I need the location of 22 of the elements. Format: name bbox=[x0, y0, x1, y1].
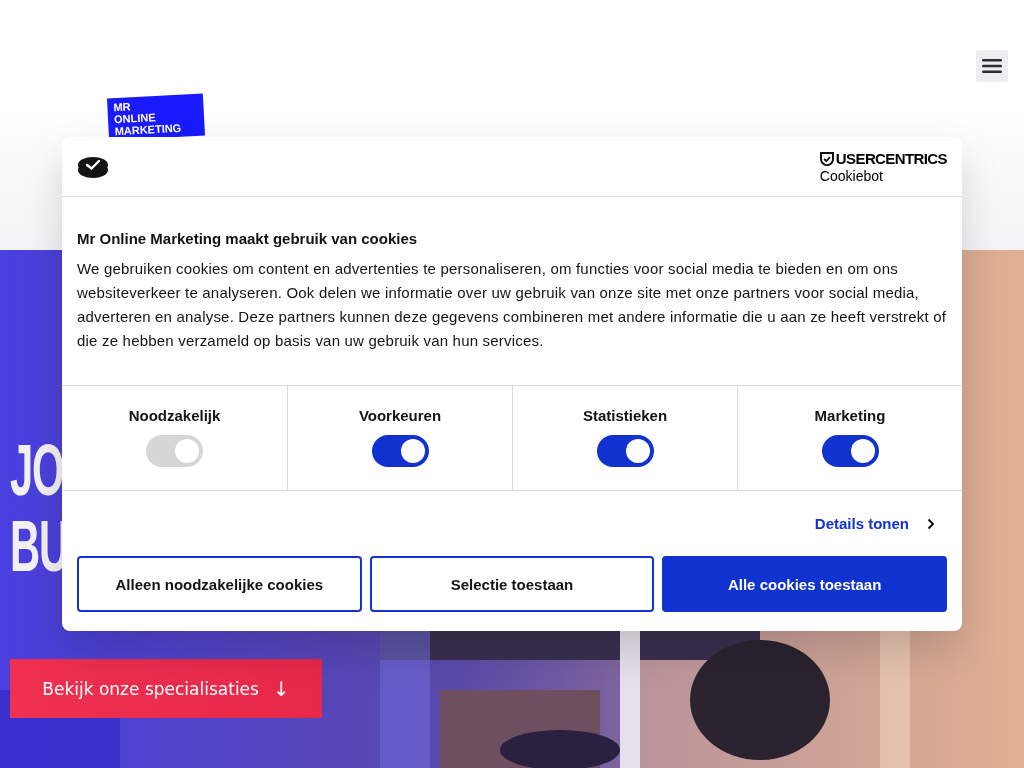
menu-icon bbox=[982, 58, 1002, 74]
consent-button[interactable]: Alle cookies toestaan bbox=[662, 556, 947, 612]
category-label: Statistieken bbox=[582, 407, 668, 424]
toggle-switch[interactable] bbox=[821, 435, 879, 467]
shield-icon bbox=[819, 151, 834, 166]
brand-name: USERCENTRICS bbox=[835, 149, 947, 168]
category-label: Noodzakelijk bbox=[128, 407, 221, 424]
category-label: Marketing bbox=[814, 407, 886, 424]
toggle-switch[interactable] bbox=[596, 435, 654, 467]
hero-heading: JO bbox=[10, 435, 65, 505]
menu-button[interactable] bbox=[976, 50, 1008, 82]
brand-product: Cookiebot bbox=[819, 167, 884, 184]
toggle-switch[interactable] bbox=[371, 435, 429, 467]
dialog-title: Mr Online Marketing maakt gebruik van cookies bbox=[77, 230, 419, 247]
cookie-check-icon bbox=[77, 154, 109, 179]
category-label: Voorkeuren bbox=[358, 407, 442, 424]
details-link[interactable]: Details tonen bbox=[814, 515, 935, 532]
consent-button[interactable]: Selectie toestaan bbox=[369, 556, 655, 612]
consent-button[interactable]: Alleen noodzakelijke cookies bbox=[77, 556, 362, 612]
specialisations-button[interactable]: Bekijk onze specialisaties ↓ bbox=[10, 659, 322, 718]
chevron-right-icon bbox=[927, 517, 935, 530]
dialog-text: We gebruiken cookies om content en advertenties te personaliseren, om functies voor social media te bieden en om ons websiteverkeer te analyseren. Ook delen we informatie over uw gebruik van onze site met onze partners voor social media, adverteren en analyse. Deze partners kunnen deze gegevens combineren met andere informatie die u aan ze heeft verstrekt of die ze hebben verzameld op basis van uw gebruik van hun services. bbox=[77, 259, 947, 351]
